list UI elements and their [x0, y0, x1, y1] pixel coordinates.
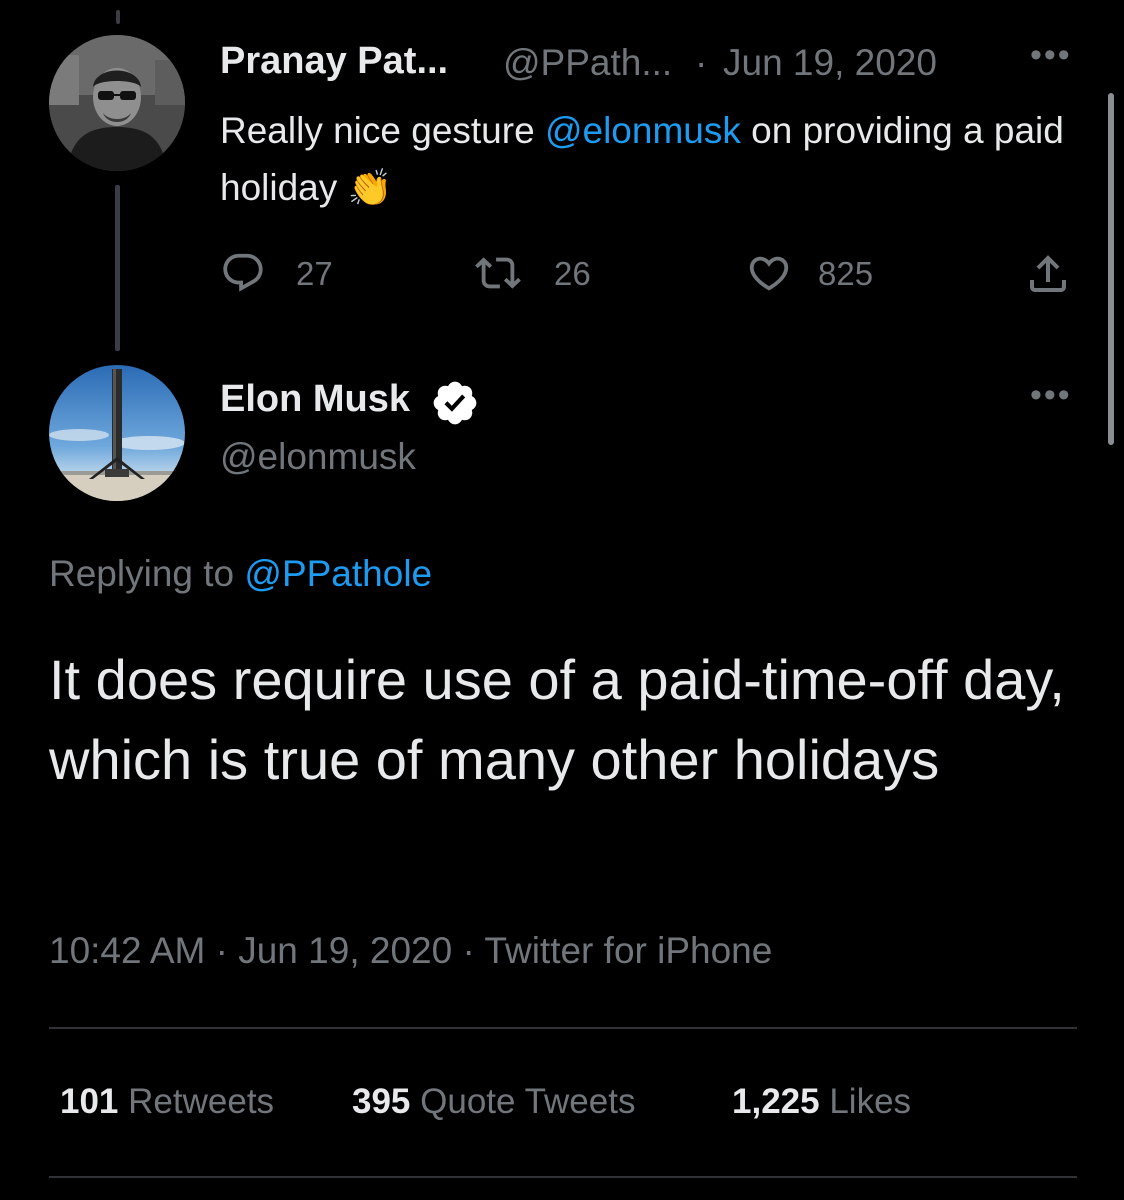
parent-author-handle[interactable]: @PPath...: [503, 42, 672, 84]
retweets-label: Retweets: [128, 1082, 275, 1121]
retweets-count: 101: [60, 1082, 119, 1121]
thread-connector-line: [115, 185, 120, 351]
tweet-meta-line: 10:42 AM · Jun 19, 2020 · Twitter for iP…: [49, 930, 772, 972]
parent-retweet-count: 26: [554, 255, 591, 292]
verified-badge-icon: [433, 381, 477, 425]
retweet-icon[interactable]: [474, 250, 522, 296]
replying-to-line: Replying to @PPathole: [49, 553, 432, 595]
main-author-avatar[interactable]: [49, 365, 185, 501]
replying-prefix: Replying to: [49, 553, 245, 594]
parent-author-name[interactable]: Pranay Pat...: [220, 40, 448, 83]
main-author-handle[interactable]: @elonmusk: [220, 436, 416, 478]
divider: [49, 1176, 1077, 1178]
thread-line-top: [116, 10, 120, 24]
parent-like-count: 825: [818, 255, 874, 292]
share-icon[interactable]: [1024, 250, 1072, 298]
tweet-time[interactable]: 10:42 AM: [49, 930, 205, 971]
person-avatar-icon: [49, 35, 185, 171]
quote-tweets-count: 395: [352, 1082, 411, 1121]
quote-tweets-stat[interactable]: 395 Quote Tweets: [352, 1082, 635, 1122]
parent-tweet-text: Really nice gesture @elonmusk on providi…: [220, 102, 1090, 216]
parent-mention-link[interactable]: @elonmusk: [545, 110, 741, 151]
replying-to-mention-link[interactable]: @PPathole: [244, 553, 432, 594]
parent-reply-count: 27: [296, 255, 333, 292]
parent-more-options-icon[interactable]: •••: [1030, 38, 1072, 72]
divider: [49, 1027, 1077, 1029]
main-author-name[interactable]: Elon Musk: [220, 378, 410, 421]
scrollbar[interactable]: [1108, 93, 1114, 445]
likes-label: Likes: [829, 1082, 912, 1121]
parent-author-avatar[interactable]: [49, 35, 185, 171]
tweet-date[interactable]: Jun 19, 2020: [238, 930, 452, 971]
like-heart-icon[interactable]: [746, 250, 792, 296]
parent-tweet-date[interactable]: Jun 19, 2020: [723, 42, 937, 84]
reply-icon[interactable]: [220, 250, 266, 296]
tweet-source: Twitter for iPhone: [484, 930, 773, 971]
parent-text-before: Really nice gesture: [220, 110, 545, 151]
parent-separator: ·: [695, 42, 708, 83]
main-tweet-text: It does require use of a paid-time-off d…: [49, 648, 1065, 791]
retweets-stat[interactable]: 101 Retweets: [60, 1082, 274, 1122]
main-more-options-icon[interactable]: •••: [1030, 378, 1072, 412]
clapping-hands-emoji: 👏: [347, 167, 393, 208]
likes-stat[interactable]: 1,225 Likes: [732, 1082, 911, 1122]
meta-separator: ·: [205, 930, 239, 971]
quote-tweets-label: Quote Tweets: [420, 1082, 636, 1121]
likes-count: 1,225: [732, 1082, 820, 1121]
rocket-avatar-icon: [49, 365, 185, 501]
meta-separator: ·: [452, 930, 485, 971]
